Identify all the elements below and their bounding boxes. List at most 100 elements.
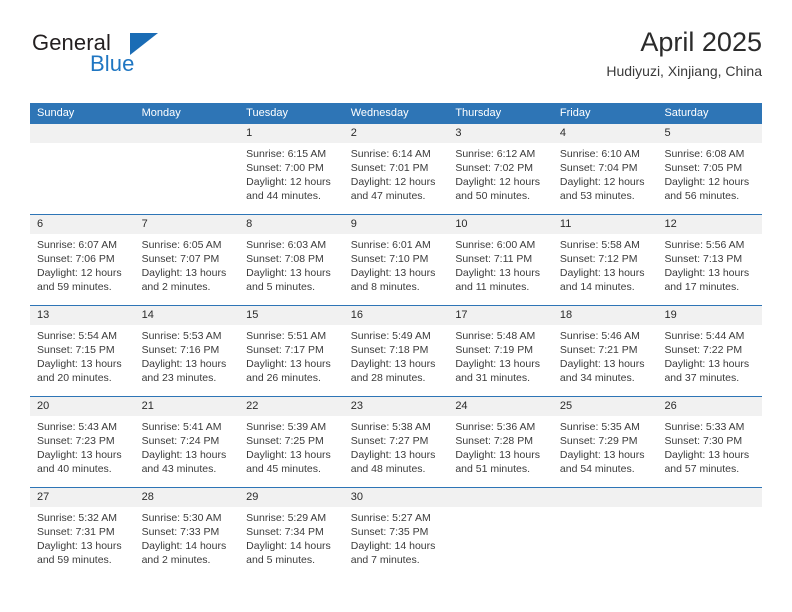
- day-cell[interactable]: Sunrise: 5:53 AM Sunset: 7:16 PM Daylight:…: [135, 325, 240, 396]
- sunset-text: Sunset: 7:08 PM: [246, 253, 324, 265]
- day-number[interactable]: 4: [553, 124, 658, 143]
- sunset-text: Sunset: 7:01 PM: [350, 162, 429, 174]
- day-cell[interactable]: Sunrise: 5:44 AM Sunset: 7:22 PM Daylight:…: [657, 325, 762, 396]
- day-cell[interactable]: Sunrise: 5:32 AM Sunset: 7:31 PM Daylight:…: [30, 507, 135, 578]
- daylight-text: Daylight: 13 hours and 2 minutes.: [141, 267, 227, 293]
- sunrise-text: Sunrise: 5:43 AM: [37, 421, 117, 433]
- logo-text-blue: Blue: [90, 51, 135, 76]
- day-number[interactable]: 9: [344, 215, 449, 234]
- sunrise-text: Sunrise: 5:58 AM: [559, 239, 640, 251]
- day-cell[interactable]: Sunrise: 5:48 AM Sunset: 7:19 PM Daylight:…: [448, 325, 553, 396]
- day-cell[interactable]: Sunrise: 6:05 AM Sunset: 7:07 PM Daylight:…: [135, 234, 240, 305]
- day-cell[interactable]: Sunrise: 5:35 AM Sunset: 7:29 PM Daylight:…: [553, 416, 658, 487]
- day-cell[interactable]: Sunrise: 6:08 AM Sunset: 7:05 PM Daylight:…: [657, 143, 762, 214]
- day-number[interactable]: 16: [344, 306, 449, 325]
- sunset-text: Sunset: 7:06 PM: [37, 253, 115, 265]
- day-number-empty: [657, 488, 762, 507]
- sunrise-text: Sunrise: 6:03 AM: [246, 239, 327, 251]
- day-cell-empty: [135, 143, 240, 214]
- day-number[interactable]: 23: [344, 397, 449, 416]
- day-number[interactable]: 20: [30, 397, 135, 416]
- day-number[interactable]: 26: [657, 397, 762, 416]
- day-cell[interactable]: Sunrise: 5:39 AM Sunset: 7:25 PM Daylight:…: [239, 416, 344, 487]
- sunset-text: Sunset: 7:04 PM: [559, 162, 638, 174]
- day-number[interactable]: 12: [657, 215, 762, 234]
- sunset-text: Sunset: 7:21 PM: [559, 344, 638, 356]
- day-number[interactable]: 21: [135, 397, 240, 416]
- sunrise-text: Sunrise: 5:51 AM: [246, 330, 327, 342]
- sunrise-text: Sunrise: 6:14 AM: [350, 148, 431, 160]
- sunrise-text: Sunrise: 5:33 AM: [664, 421, 745, 433]
- day-cell[interactable]: Sunrise: 6:07 AM Sunset: 7:06 PM Daylight:…: [30, 234, 135, 305]
- page-subtitle: Hudiyuzi, Xinjiang, China: [606, 63, 762, 80]
- day-number[interactable]: 14: [135, 306, 240, 325]
- day-number[interactable]: 8: [239, 215, 344, 234]
- day-number[interactable]: 5: [657, 124, 762, 143]
- day-number[interactable]: 10: [448, 215, 553, 234]
- day-cell[interactable]: Sunrise: 5:58 AM Sunset: 7:12 PM Daylight:…: [553, 234, 658, 305]
- day-cell[interactable]: Sunrise: 5:29 AM Sunset: 7:34 PM Daylight:…: [239, 507, 344, 578]
- day-number[interactable]: 15: [239, 306, 344, 325]
- sunrise-text: Sunrise: 5:27 AM: [350, 512, 431, 524]
- sunset-text: Sunset: 7:33 PM: [141, 526, 220, 538]
- day-number[interactable]: 13: [30, 306, 135, 325]
- week-daynumber-row: 13 14 15 16 17 18 19: [30, 306, 762, 325]
- day-number[interactable]: 19: [657, 306, 762, 325]
- sunrise-text: Sunrise: 5:32 AM: [37, 512, 117, 524]
- daylight-text: Daylight: 13 hours and 26 minutes.: [246, 358, 331, 384]
- day-number[interactable]: 17: [448, 306, 553, 325]
- day-number[interactable]: 30: [344, 488, 449, 507]
- weekday-header-monday: Monday: [141, 107, 181, 119]
- daylight-text: Daylight: 13 hours and 20 minutes.: [37, 358, 122, 384]
- weekday-header-wednesday: Wednesday: [350, 107, 409, 119]
- daylight-text: Daylight: 13 hours and 59 minutes.: [37, 540, 122, 566]
- day-number[interactable]: 28: [135, 488, 240, 507]
- day-number[interactable]: 2: [344, 124, 449, 143]
- day-cell[interactable]: Sunrise: 6:01 AM Sunset: 7:10 PM Daylight:…: [344, 234, 449, 305]
- day-cell[interactable]: Sunrise: 5:38 AM Sunset: 7:27 PM Daylight:…: [344, 416, 449, 487]
- day-cell[interactable]: Sunrise: 6:15 AM Sunset: 7:00 PM Daylight:…: [239, 143, 344, 214]
- day-cell[interactable]: Sunrise: 5:27 AM Sunset: 7:35 PM Daylight:…: [344, 507, 449, 578]
- day-number[interactable]: 3: [448, 124, 553, 143]
- daylight-text: Daylight: 13 hours and 45 minutes.: [246, 449, 331, 475]
- day-number[interactable]: 7: [135, 215, 240, 234]
- day-cell[interactable]: Sunrise: 5:51 AM Sunset: 7:17 PM Daylight:…: [239, 325, 344, 396]
- day-cell[interactable]: Sunrise: 5:46 AM Sunset: 7:21 PM Daylight:…: [553, 325, 658, 396]
- day-cell[interactable]: Sunrise: 5:49 AM Sunset: 7:18 PM Daylight:…: [344, 325, 449, 396]
- day-cell[interactable]: Sunrise: 5:33 AM Sunset: 7:30 PM Daylight:…: [657, 416, 762, 487]
- day-cell[interactable]: Sunrise: 6:00 AM Sunset: 7:11 PM Daylight:…: [448, 234, 553, 305]
- daylight-text: Daylight: 13 hours and 17 minutes.: [664, 267, 750, 293]
- day-cell[interactable]: Sunrise: 5:36 AM Sunset: 7:28 PM Daylight:…: [448, 416, 553, 487]
- day-number[interactable]: 22: [239, 397, 344, 416]
- day-number[interactable]: 18: [553, 306, 658, 325]
- daylight-text: Daylight: 13 hours and 28 minutes.: [350, 358, 436, 384]
- sunset-text: Sunset: 7:12 PM: [559, 253, 638, 265]
- daylight-text: Daylight: 12 hours and 56 minutes.: [664, 176, 750, 202]
- day-cell[interactable]: Sunrise: 6:03 AM Sunset: 7:08 PM Daylight:…: [239, 234, 344, 305]
- week-detail-row: Sunrise: 6:07 AM Sunset: 7:06 PM Daylight:…: [30, 234, 762, 305]
- general-blue-logo[interactable]: General Blue: [30, 28, 230, 86]
- day-number[interactable]: 6: [30, 215, 135, 234]
- calendar-weeks: 1 2 3 4 5 Sunrise: 6:15 AM Sunset: 7:00 PM Dayl…: [30, 124, 762, 578]
- day-cell[interactable]: Sunrise: 5:41 AM Sunset: 7:24 PM Daylight:…: [135, 416, 240, 487]
- day-number[interactable]: 27: [30, 488, 135, 507]
- sunrise-text: Sunrise: 6:01 AM: [350, 239, 431, 251]
- day-cell[interactable]: Sunrise: 6:10 AM Sunset: 7:04 PM Daylight:…: [553, 143, 658, 214]
- day-cell[interactable]: Sunrise: 5:30 AM Sunset: 7:33 PM Daylight:…: [135, 507, 240, 578]
- calendar-week-row: 13 14 15 16 17 18 19 Sunrise: 5:54 AM Sunset: 7:…: [30, 305, 762, 396]
- day-cell[interactable]: Sunrise: 5:54 AM Sunset: 7:15 PM Daylight:…: [30, 325, 135, 396]
- day-cell[interactable]: Sunrise: 6:14 AM Sunset: 7:01 PM Daylight:…: [344, 143, 449, 214]
- day-cell[interactable]: Sunrise: 6:12 AM Sunset: 7:02 PM Daylight:…: [448, 143, 553, 214]
- day-cell[interactable]: Sunrise: 5:56 AM Sunset: 7:13 PM Daylight:…: [657, 234, 762, 305]
- day-number[interactable]: 11: [553, 215, 658, 234]
- daylight-text: Daylight: 13 hours and 8 minutes.: [350, 267, 436, 293]
- day-number[interactable]: 25: [553, 397, 658, 416]
- day-number[interactable]: 1: [239, 124, 344, 143]
- sunset-text: Sunset: 7:07 PM: [141, 253, 220, 265]
- calendar-page: General Blue April 2025 Hudiyuzi, Xinjia…: [0, 0, 792, 612]
- week-daynumber-row: 20 21 22 23 24 25 26: [30, 397, 762, 416]
- day-number[interactable]: 24: [448, 397, 553, 416]
- day-cell[interactable]: Sunrise: 5:43 AM Sunset: 7:23 PM Daylight:…: [30, 416, 135, 487]
- sunrise-text: Sunrise: 5:29 AM: [246, 512, 327, 524]
- day-number[interactable]: 29: [239, 488, 344, 507]
